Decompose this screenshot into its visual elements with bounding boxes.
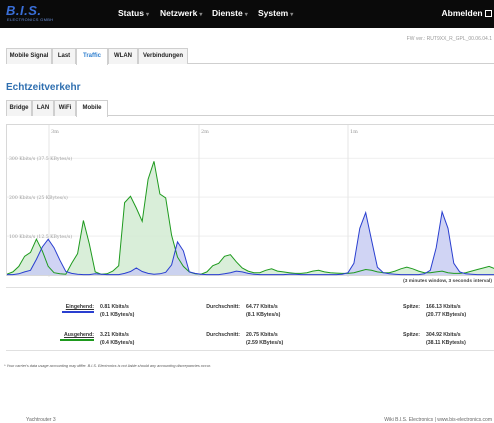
incoming-peak-label: Spitze: — [402, 304, 420, 310]
logout-icon — [485, 10, 492, 17]
firmware-version: FW ver.: RUT9XX_R_GPL_00.06.04.1 — [406, 36, 492, 42]
logout-button[interactable]: Abmelden — [442, 8, 492, 18]
outgoing-current-kbit: 3.21 Kbits/s — [100, 332, 129, 338]
carrier-disclaimer: * Your carrier's data usage accounting m… — [4, 364, 211, 368]
nav-status[interactable]: Status ▾ — [118, 8, 149, 18]
brand-logo[interactable]: B.I.S. ELECTRONICS GMBH — [6, 3, 64, 23]
footer-product: Yachtrouter 3 — [26, 417, 56, 423]
tab-traffic[interactable]: Traffic — [76, 48, 108, 65]
traffic-chart-svg: 3m 2m 1m 300 Kbits/s (37.5 KBytes/s) 200… — [7, 125, 494, 277]
incoming-current-kbyte: (0.1 KBytes/s) — [100, 312, 135, 318]
nav-system[interactable]: System ▾ — [258, 8, 293, 18]
series-outgoing-area — [7, 161, 494, 275]
tab-verbindungen[interactable]: Verbindungen — [138, 48, 188, 64]
nav-system-label: System — [258, 8, 289, 18]
x-tick-2m: 2m — [201, 129, 209, 135]
outgoing-avg-kbyte: (2.59 KBytes/s) — [246, 340, 284, 346]
logout-label: Abmelden — [441, 8, 483, 18]
incoming-peak-kbit: 166.13 Kbits/s — [426, 304, 461, 310]
outgoing-peak-kbit: 304.92 Kbits/s — [426, 332, 461, 338]
nav-dienste-label: Dienste — [212, 8, 243, 18]
top-bar: B.I.S. ELECTRONICS GMBH Status ▾ Netzwerk… — [0, 0, 494, 28]
chart-window-note: (3 minutes window, 3 seconds interval) — [403, 279, 492, 284]
chevron-down-icon: ▾ — [290, 12, 294, 18]
x-tick-3m: 3m — [51, 129, 59, 135]
nav-netzwerk[interactable]: Netzwerk ▾ — [160, 8, 202, 18]
outgoing-label: Ausgehend: — [64, 332, 94, 338]
outgoing-color-swatch — [60, 339, 94, 341]
nav-dienste[interactable]: Dienste ▾ — [212, 8, 248, 18]
nav-status-label: Status — [118, 8, 144, 18]
stats-divider-top — [6, 287, 494, 288]
page-title: Echtzeitverkehr — [6, 82, 81, 93]
x-tick-1m: 1m — [350, 129, 358, 135]
interface-tabs: Bridge LAN WiFi Mobile — [6, 100, 494, 117]
stats-divider-bottom — [6, 350, 494, 351]
tab-lan[interactable]: LAN — [32, 100, 54, 116]
incoming-avg-label: Durchschnitt: — [206, 304, 240, 310]
incoming-current-kbit: 0.81 Kbits/s — [100, 304, 129, 310]
tab-bridge[interactable]: Bridge — [6, 100, 32, 116]
traffic-chart: 3m 2m 1m 300 Kbits/s (37.5 KBytes/s) 200… — [6, 124, 494, 277]
y-label-200: 200 Kbits/s (25 KBytes/s) — [9, 194, 68, 201]
footer-links[interactable]: Wiki B.I.S. Electronics | www.bis-electr… — [384, 417, 492, 423]
outgoing-peak-kbyte: (38.11 KBytes/s) — [426, 340, 466, 346]
chevron-down-icon: ▾ — [145, 12, 149, 18]
main-tabs: Mobile Signal Last Traffic WLAN Verbindu… — [6, 48, 494, 65]
incoming-color-swatch — [62, 311, 94, 313]
tab-mobile[interactable]: Mobile — [76, 100, 108, 117]
outgoing-current-kbyte: (0.4 KBytes/s) — [100, 340, 135, 346]
incoming-avg-kbit: 64.77 Kbits/s — [246, 304, 278, 310]
logo-subtitle: ELECTRONICS GMBH — [7, 17, 54, 22]
incoming-peak-kbyte: (20.77 KBytes/s) — [426, 312, 467, 318]
y-label-100: 100 Kbits/s (12.5 KBytes/s) — [9, 233, 72, 240]
outgoing-avg-label: Durchschnitt: — [206, 332, 240, 338]
y-label-300: 300 Kbits/s (37.5 KBytes/s) — [9, 155, 72, 162]
outgoing-avg-kbit: 20.75 Kbits/s — [246, 332, 278, 338]
nav-netzwerk-label: Netzwerk — [160, 8, 198, 18]
outgoing-peak-label: Spitze: — [402, 332, 420, 338]
tab-wlan[interactable]: WLAN — [108, 48, 138, 64]
tab-mobile-signal[interactable]: Mobile Signal — [6, 48, 52, 64]
incoming-label: Eingehend: — [65, 304, 94, 310]
logo-text: B.I.S. — [6, 3, 42, 18]
chevron-down-icon: ▾ — [199, 12, 203, 18]
tab-wifi[interactable]: WiFi — [54, 100, 76, 116]
chevron-down-icon: ▾ — [244, 12, 248, 18]
incoming-avg-kbyte: (8.1 KBytes/s) — [246, 312, 281, 318]
tab-last[interactable]: Last — [52, 48, 76, 64]
